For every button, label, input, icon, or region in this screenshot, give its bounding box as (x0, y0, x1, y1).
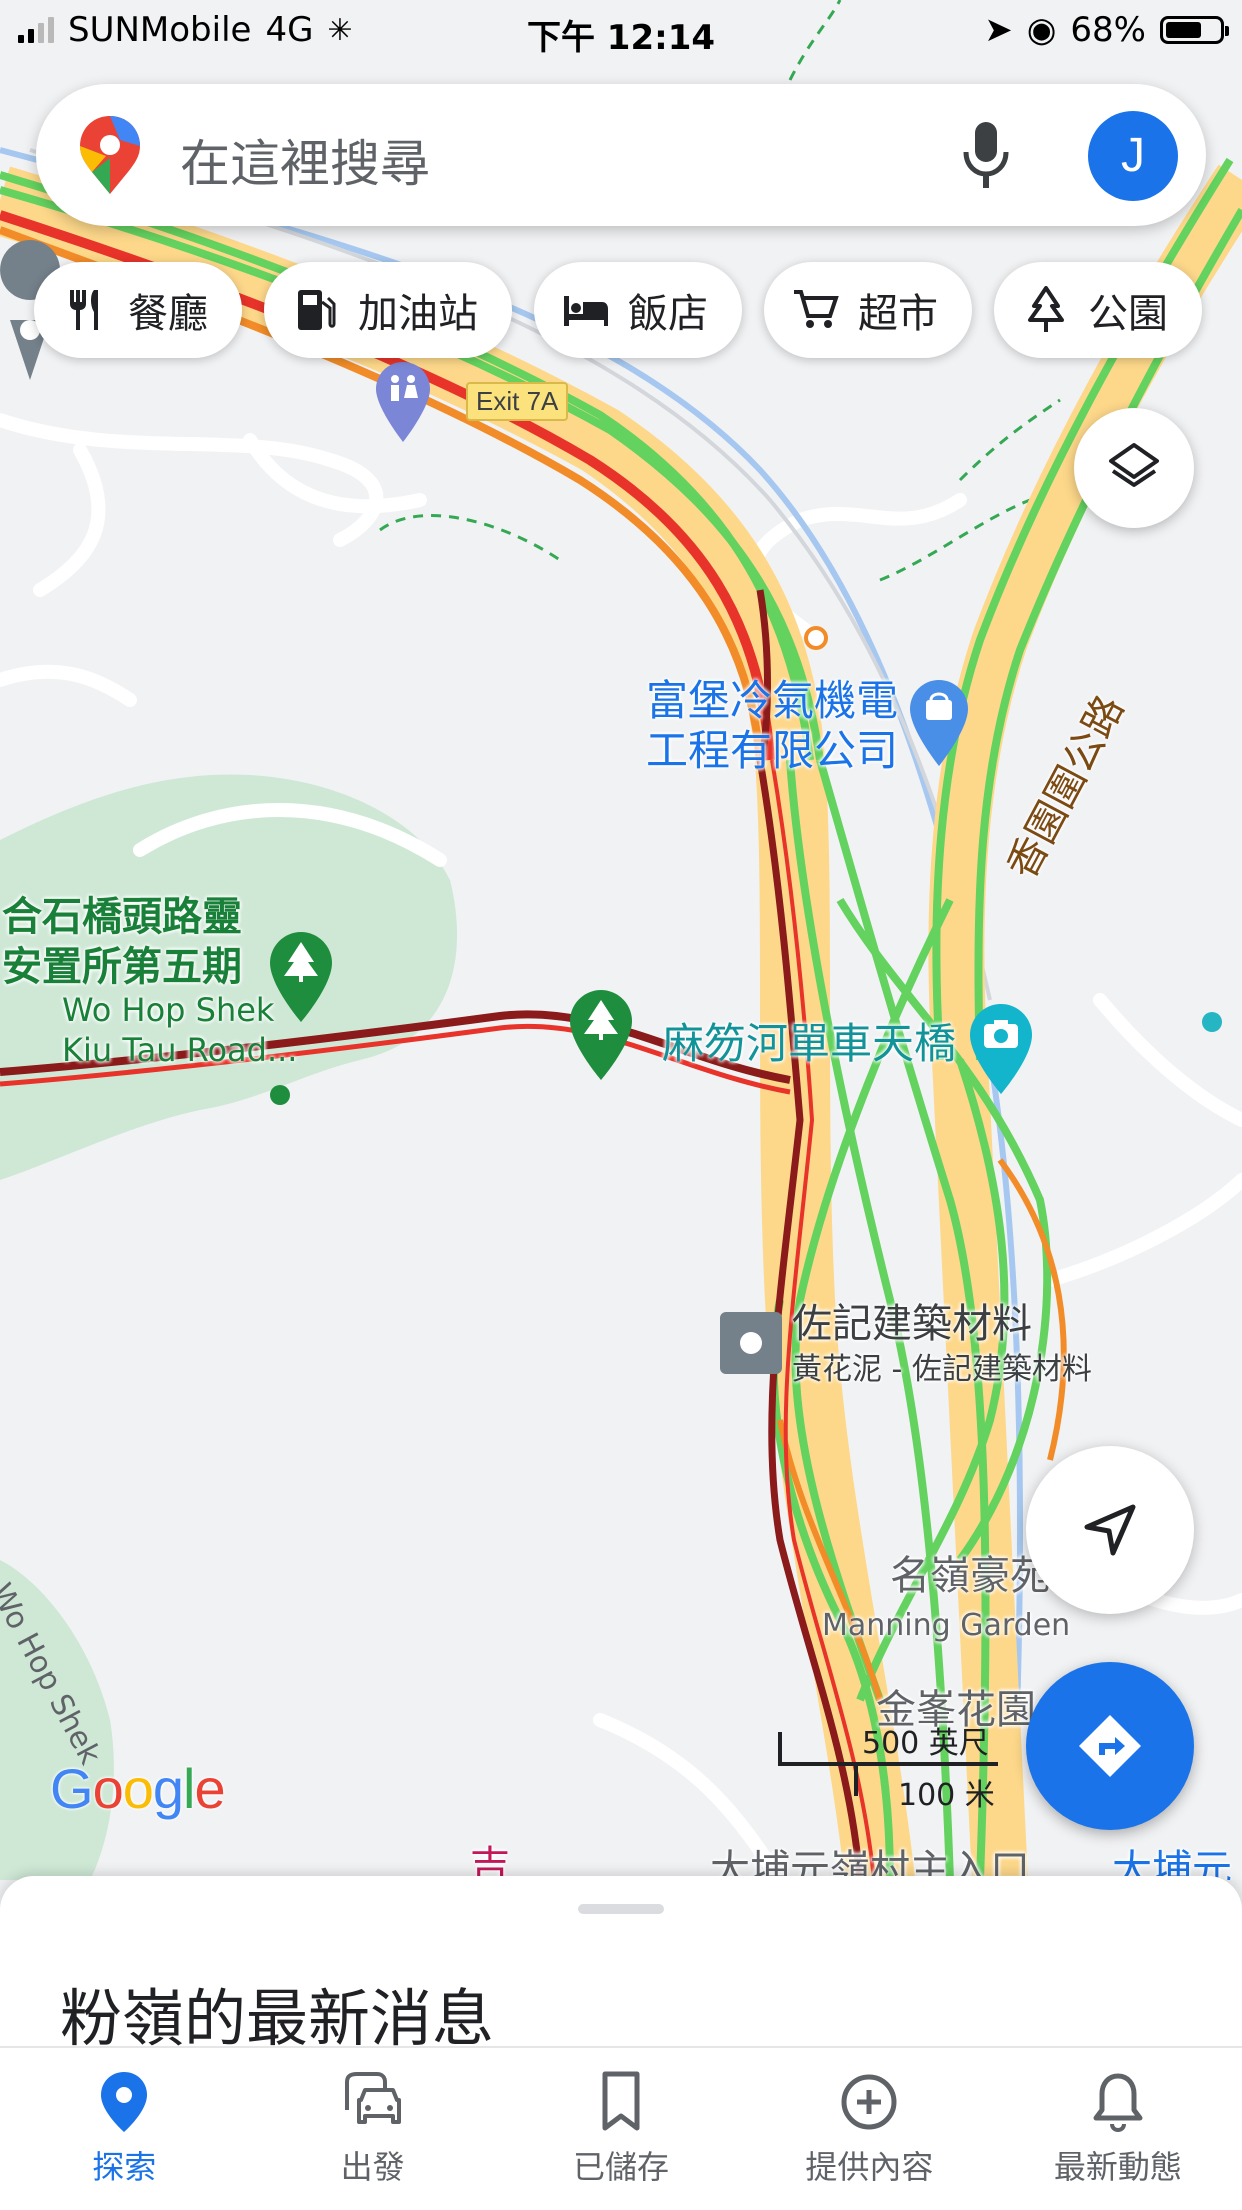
nav-updates[interactable]: 最新動態 (994, 2048, 1242, 2210)
bookmark-icon (602, 2071, 640, 2131)
chip-hotels[interactable]: 飯店 (534, 262, 742, 358)
restroom-pin-icon[interactable] (376, 362, 430, 442)
chip-label: 加油站 (358, 291, 478, 337)
layers-icon (1109, 443, 1159, 487)
poi-wohop-line1: 合石橋頭路靈 (2, 894, 242, 940)
poi-wohop-english: Wo Hop Shek Kiu Tau Road... (62, 990, 297, 1070)
battery-percent: 68% (1070, 10, 1146, 50)
bottom-poi-partial-1: 吉 (470, 1843, 510, 1880)
layers-button[interactable] (1074, 408, 1194, 528)
poi-fubao-line2: 工程有限公司 (646, 726, 899, 775)
restaurant-icon (70, 290, 98, 330)
nav-label: 出發 (340, 2148, 405, 2186)
poi-manning-zh[interactable]: 名嶺豪苑 (890, 1552, 1050, 1600)
bottom-sheet[interactable]: 粉嶺的最新消息 (0, 1876, 1242, 2055)
chip-label: 餐廳 (128, 291, 208, 337)
scale-imperial: 500 英尺 (862, 1726, 989, 1761)
poi-fubao-line1: 富堡冷氣機電 (646, 676, 899, 725)
shopping-pin-icon[interactable] (910, 680, 968, 766)
nav-label: 探索 (92, 2148, 157, 2186)
poi-wohop-line2: 安置所第五期 (2, 944, 242, 990)
chip-gas-stations[interactable]: 加油站 (264, 262, 512, 358)
exit-sign: Exit 7A (466, 382, 569, 421)
park-pin-icon[interactable] (570, 990, 632, 1080)
chip-label: 公園 (1088, 291, 1168, 337)
sheet-drag-handle[interactable] (578, 1904, 664, 1914)
bottom-poi-partial-2: 大埔元嶺村主入口 (710, 1847, 1030, 1880)
chip-label: 飯店 (628, 291, 708, 337)
explore-pin-icon (101, 2072, 148, 2132)
add-circle-icon (841, 2074, 897, 2130)
poi-materials-label[interactable]: 佐記建築材料 (792, 1300, 1032, 1348)
chip-parks[interactable]: 公園 (994, 262, 1202, 358)
directions-icon (1079, 1715, 1141, 1777)
map-scale: 500 英尺 100 米 (778, 1718, 998, 1813)
location-arrow-icon: ➤ (984, 10, 1013, 50)
poi-wohop-en2: Kiu Tau Road... (62, 1031, 298, 1069)
gas-station-icon (298, 290, 336, 330)
poi-manning-en: Manning Garden (822, 1608, 1071, 1643)
microphone-icon[interactable] (958, 118, 1014, 192)
nav-explore[interactable]: 探索 (0, 2048, 248, 2210)
google-maps-pin-icon (80, 116, 140, 194)
bell-icon (1093, 2073, 1143, 2133)
park-icon (1028, 286, 1064, 332)
nav-label: 提供內容 (805, 2148, 934, 2186)
shopping-cart-icon (794, 290, 839, 328)
chip-supermarkets[interactable]: 超市 (764, 262, 972, 358)
sheet-title: 粉嶺的最新消息 (60, 1982, 495, 2055)
nav-label: 已儲存 (573, 2148, 670, 2186)
directions-button[interactable] (1026, 1662, 1194, 1830)
search-bar[interactable]: 在這裡搜尋 J (36, 84, 1206, 226)
hotel-icon (564, 296, 608, 326)
commute-icon (344, 2072, 401, 2124)
account-avatar[interactable]: J (1088, 111, 1178, 201)
nav-commute[interactable]: 出發 (248, 2048, 496, 2210)
nav-contribute[interactable]: 提供內容 (745, 2048, 993, 2210)
nav-saved[interactable]: 已儲存 (497, 2048, 745, 2210)
poi-wohop-label[interactable]: 合石橋頭路靈 安置所第五期 (2, 892, 242, 992)
scale-metric: 100 米 (898, 1778, 995, 1813)
junction-icon (804, 626, 828, 650)
my-location-button[interactable] (1026, 1446, 1194, 1614)
chip-restaurants[interactable]: 餐廳 (34, 262, 242, 358)
poi-bridge-label[interactable]: 麻笏河單車天橋 (662, 1020, 956, 1068)
chip-label: 超市 (858, 291, 938, 337)
google-logo: Google (50, 1757, 226, 1820)
search-placeholder[interactable]: 在這裡搜尋 (180, 124, 430, 196)
poi-materials-sub: 黃花泥 - 佐記建築材料 (792, 1352, 1092, 1387)
category-chips: 餐廳 加油站 飯店 超市 公園 (34, 262, 1202, 358)
poi-wohop-en1: Wo Hop Shek (62, 991, 275, 1029)
nav-label: 最新動態 (1053, 2148, 1182, 2186)
navigation-arrow-icon (1084, 1504, 1136, 1556)
camera-pin-icon[interactable] (970, 1004, 1032, 1094)
rotation-lock-icon: ◉ (1026, 10, 1057, 50)
status-bar: SUNMobile 4G ✳ 下午 12:14 ➤ ◉ 68% (0, 0, 1242, 64)
bottom-poi-partial-3: 大埔元 (1112, 1847, 1232, 1880)
battery-icon (1160, 16, 1229, 44)
place-square-icon[interactable] (720, 1312, 782, 1374)
poi-fubao-label[interactable]: 富堡冷氣機電 工程有限公司 (646, 676, 898, 776)
bottom-navigation: 探索 出發 已儲存 提供內容 最新動態 (0, 2046, 1242, 2210)
